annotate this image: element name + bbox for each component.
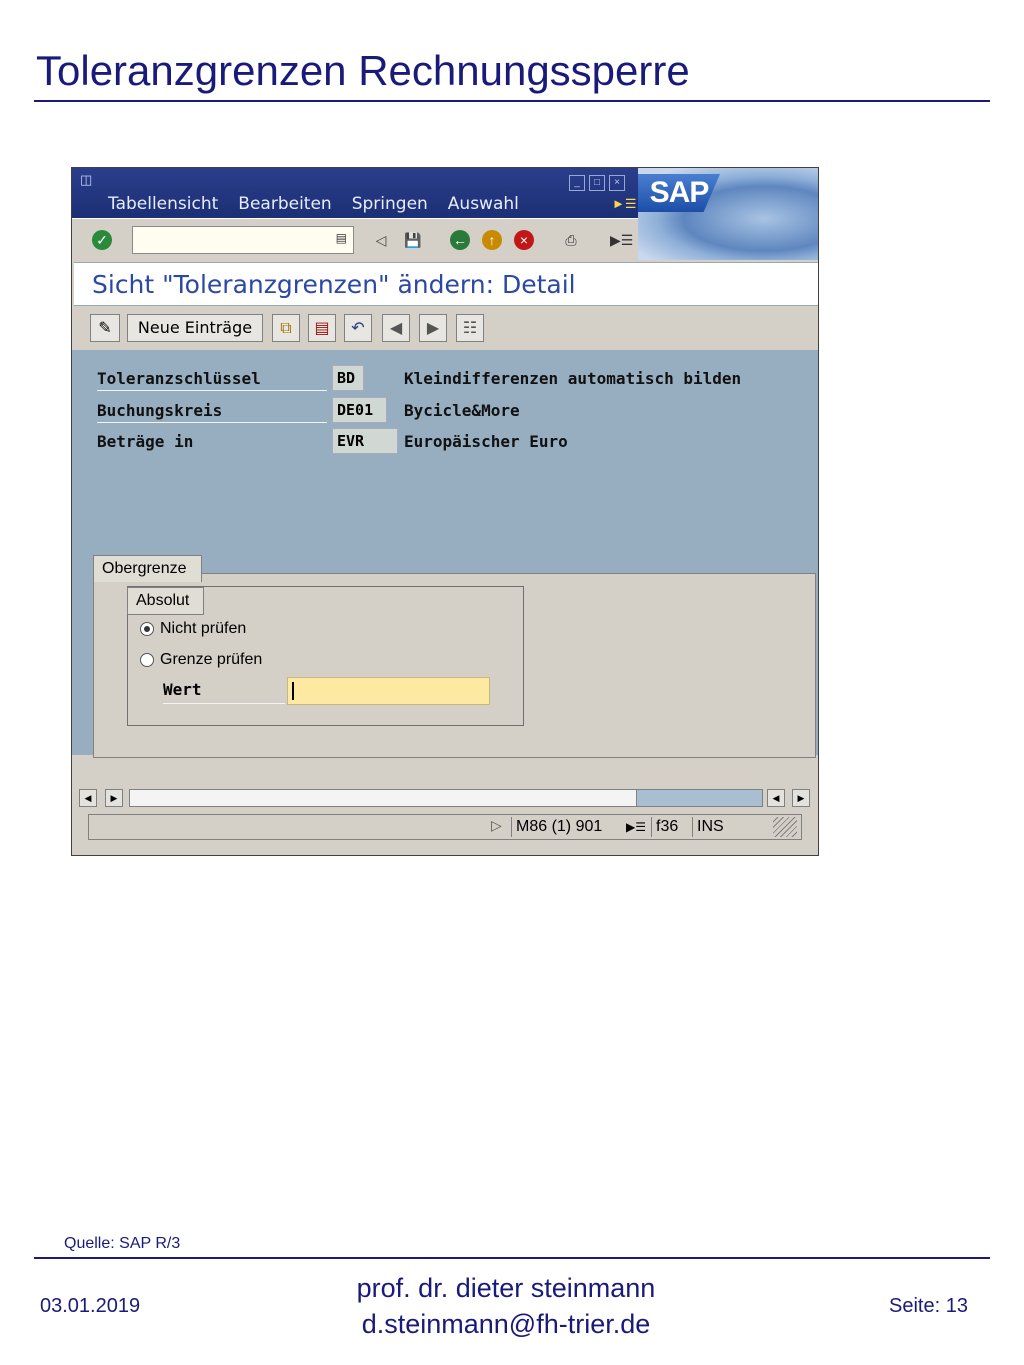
command-field[interactable]: ▤ xyxy=(132,226,354,254)
back-icon[interactable]: ← xyxy=(450,230,470,250)
radio-nicht-pruefen[interactable]: Nicht prüfen xyxy=(140,620,246,638)
scroll-left-end-icon[interactable]: ◀ xyxy=(767,789,785,807)
screen-title-bar: Sicht "Toleranzgrenzen" ändern: Detail xyxy=(74,262,818,306)
new-entries-button[interactable]: Neue Einträge xyxy=(127,314,263,342)
menu-items: Tabellensicht Bearbeiten Springen Auswah… xyxy=(108,194,519,214)
status-info-icon[interactable]: ▶☰ xyxy=(626,820,646,834)
field-desc-buchungskreis: Bycicle&More xyxy=(404,401,520,420)
enter-icon[interactable]: ✓ xyxy=(92,230,112,250)
back-arrow-icon[interactable]: ◁ xyxy=(370,229,392,251)
group-absolut-label: Absolut xyxy=(127,587,205,615)
author-name: prof. dr. dieter steinmann xyxy=(356,1273,656,1303)
source-note: Quelle: SAP R/3 xyxy=(64,1235,181,1252)
maximize-icon[interactable]: □ xyxy=(589,175,605,191)
screen-title: Sicht "Toleranzgrenzen" ändern: Detail xyxy=(92,270,576,299)
footer-date: 03.01.2019 xyxy=(40,1295,141,1317)
status-expand-icon[interactable]: ▷ xyxy=(491,817,502,834)
wert-field[interactable] xyxy=(287,677,490,705)
status-bar: ▷ M86 (1) 901 ▶☰ f36 INS xyxy=(88,814,802,840)
footer-author: prof. dr. dieter steinmann d.steinmann@f… xyxy=(336,1270,676,1343)
footer-page-number: Seite: 13 xyxy=(889,1295,968,1317)
undo-icon[interactable]: ↶ xyxy=(344,314,372,342)
field-value-toleranzschluessel[interactable]: BD xyxy=(332,365,364,391)
horizontal-scrollbar[interactable]: ◀ ▶ ◀ ▶ xyxy=(72,788,818,808)
delete-icon[interactable]: ▤ xyxy=(308,314,336,342)
scroll-thumb[interactable] xyxy=(130,790,637,806)
field-value-buchungskreis[interactable]: DE01 xyxy=(332,397,387,423)
radio-unselected-icon[interactable] xyxy=(140,653,154,667)
menu-auswahl[interactable]: Auswahl xyxy=(448,194,519,214)
radio-grenze-pruefen[interactable]: Grenze prüfen xyxy=(140,651,262,669)
copy-icon[interactable]: ⧉ xyxy=(272,314,300,342)
window-controls: _ □ × xyxy=(569,175,625,191)
standard-toolbar: ✓ ▤ ◁ 💾 ← ↑ × ⎙ ▶☰ xyxy=(72,218,638,261)
system-menu-icon[interactable]: ◫ xyxy=(80,172,96,187)
scroll-track[interactable] xyxy=(129,789,763,807)
menu-tabellensicht[interactable]: Tabellensicht xyxy=(108,194,218,214)
cancel-icon[interactable]: × xyxy=(514,230,534,250)
radio-nicht-pruefen-label: Nicht prüfen xyxy=(160,620,247,637)
display-change-icon[interactable]: ✎ xyxy=(90,314,120,342)
field-value-waehrung[interactable]: EVR xyxy=(332,428,398,454)
minimize-icon[interactable]: _ xyxy=(569,175,585,191)
status-transaction: M86 (1) 901 xyxy=(511,817,602,837)
previous-entry-icon[interactable]: ◀ xyxy=(382,314,410,342)
field-label-toleranzschluessel: Toleranzschlüssel xyxy=(97,369,327,391)
field-desc-toleranzschluessel: Kleindifferenzen automatisch bilden xyxy=(404,369,742,388)
scroll-right-icon[interactable]: ▶ xyxy=(105,789,123,807)
save-icon[interactable]: 💾 xyxy=(402,229,424,251)
resize-grip-icon[interactable] xyxy=(773,817,797,837)
next-entry-icon[interactable]: ▶ xyxy=(419,314,447,342)
text-cursor xyxy=(292,682,294,700)
slide-title: Toleranzgrenzen Rechnungssperre xyxy=(36,47,690,94)
wert-input[interactable] xyxy=(288,678,482,704)
field-label-buchungskreis: Buchungskreis xyxy=(97,401,327,423)
status-server: f36 xyxy=(651,817,678,837)
sap-window: ◫ Tabellensicht Bearbeiten Springen Ausw… xyxy=(71,167,819,856)
customize-layout-icon[interactable]: ►☰ xyxy=(612,196,637,211)
wert-label: Wert xyxy=(163,680,285,704)
title-divider xyxy=(34,100,990,102)
author-email: d.steinmann@fh-trier.de xyxy=(361,1309,651,1340)
status-mode[interactable]: INS xyxy=(692,817,724,837)
history-dropdown-icon[interactable]: ▤ xyxy=(336,231,347,245)
radio-selected-icon[interactable] xyxy=(140,622,154,636)
exit-icon[interactable]: ↑ xyxy=(482,230,502,250)
radio-grenze-pruefen-label: Grenze prüfen xyxy=(160,651,263,668)
print-icon[interactable]: ⎙ xyxy=(560,229,582,251)
select-block-icon[interactable]: ☷ xyxy=(456,314,484,342)
menu-bearbeiten[interactable]: Bearbeiten xyxy=(238,194,331,214)
field-desc-waehrung: Europäischer Euro xyxy=(404,432,568,451)
tab-obergrenze[interactable]: Obergrenze xyxy=(93,555,202,582)
close-icon[interactable]: × xyxy=(609,175,625,191)
scroll-right-end-icon[interactable]: ▶ xyxy=(792,789,810,807)
application-toolbar: ✎ Neue Einträge ⧉ ▤ ↶ ◀ ▶ ☷ xyxy=(72,306,818,351)
field-label-betraege-in: Beträge in xyxy=(97,432,194,451)
scroll-left-icon[interactable]: ◀ xyxy=(79,789,97,807)
find-icon[interactable]: ▶☰ xyxy=(610,229,633,251)
footer-divider xyxy=(34,1257,990,1259)
command-input[interactable] xyxy=(133,227,327,253)
menu-springen[interactable]: Springen xyxy=(352,194,428,214)
